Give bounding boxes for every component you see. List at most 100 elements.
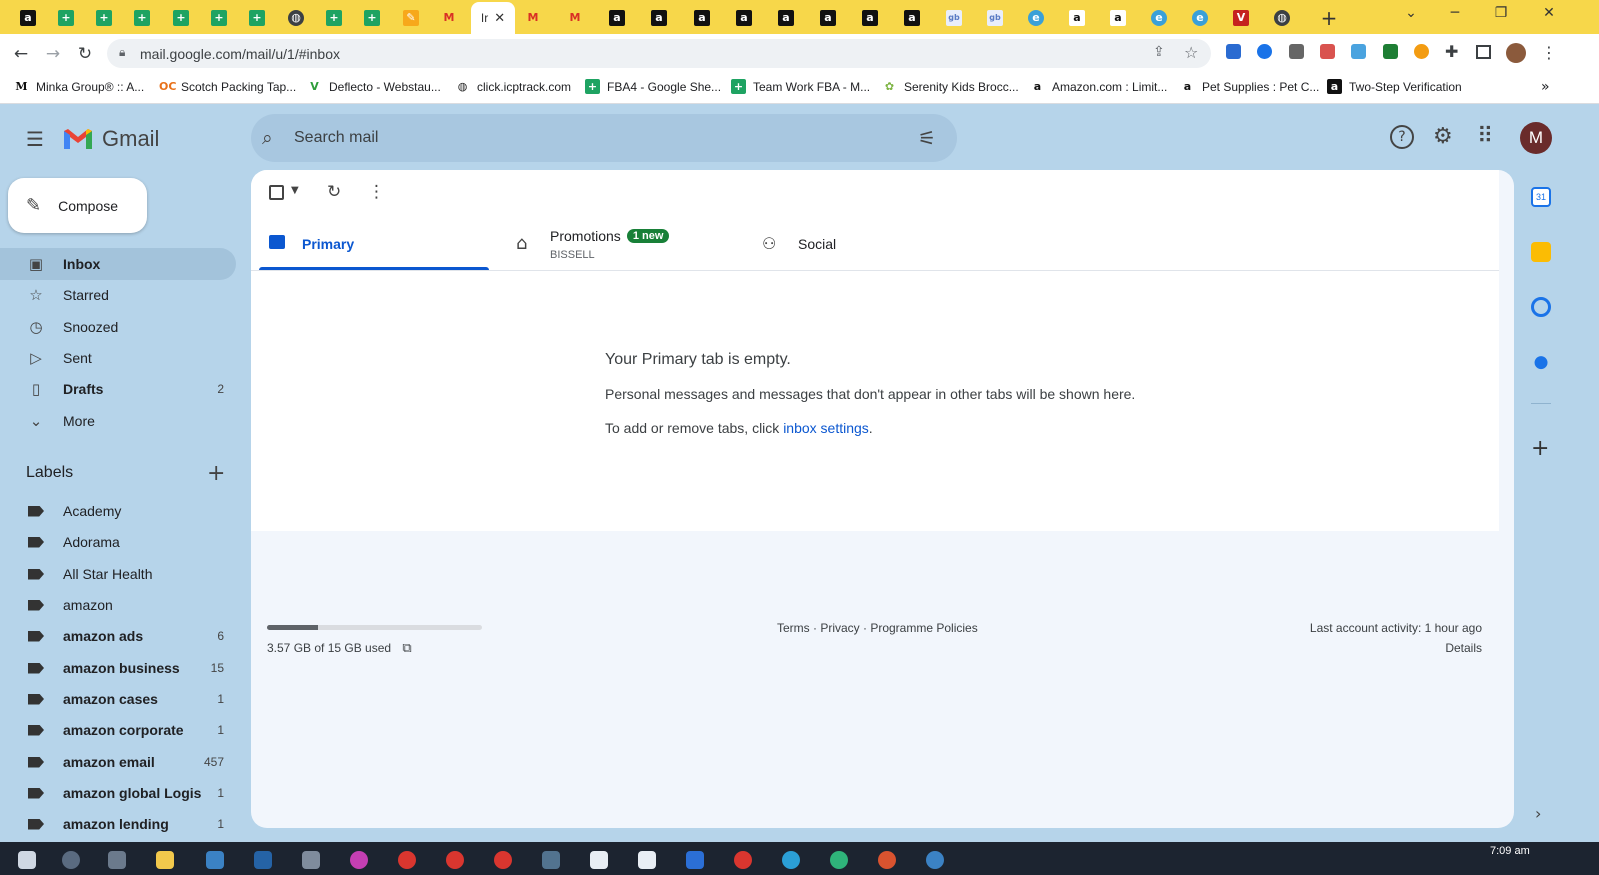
chrome-icon[interactable] (398, 851, 416, 869)
keep-icon[interactable] (1531, 242, 1551, 262)
browser-tab[interactable]: M (519, 4, 547, 32)
taskbar-app-icon[interactable] (830, 851, 848, 869)
taskbar-app-icon[interactable] (638, 851, 656, 869)
more-bookmarks-icon[interactable]: » (1541, 79, 1550, 95)
label-item[interactable]: amazon business 15 (0, 652, 236, 684)
select-dropdown-icon[interactable]: ▼ (291, 185, 299, 196)
apps-grid-icon[interactable]: ⠿ (1477, 124, 1493, 149)
active-browser-tab[interactable]: Ir ✕ (471, 2, 515, 34)
browser-menu-icon[interactable]: ⋮ (1541, 43, 1557, 62)
browser-tab[interactable]: a (772, 4, 800, 32)
browser-tab[interactable]: ◍ (1268, 4, 1296, 32)
search-icon[interactable]: ⌕ (262, 127, 273, 149)
bookmark-item[interactable]: + Team Work FBA - M... (731, 79, 870, 94)
bookmark-star-icon[interactable]: ☆ (1184, 43, 1198, 62)
compose-button[interactable]: ✎ Compose (8, 178, 147, 233)
browser-tab[interactable]: ✎ (397, 4, 425, 32)
share-icon[interactable]: ⇪ (1153, 44, 1165, 60)
taskbar-app-icon[interactable] (350, 851, 368, 869)
extension-icon[interactable] (1226, 44, 1241, 59)
browser-tab[interactable]: gb (981, 4, 1009, 32)
search-options-icon[interactable]: ⚟ (918, 126, 936, 150)
label-item[interactable]: amazon lending 1 (0, 808, 236, 840)
taskbar-app-icon[interactable] (878, 851, 896, 869)
bookmark-item[interactable]: + FBA4 - Google She... (585, 79, 721, 94)
browser-tab[interactable]: a (645, 4, 673, 32)
taskbar-clock[interactable]: 7:09 am (1490, 845, 1530, 857)
close-window-button[interactable]: ✕ (1534, 5, 1564, 21)
bookmark-item[interactable]: ◍ click.icptrack.com (455, 79, 571, 94)
browser-tab[interactable]: gb (940, 4, 968, 32)
inbox-settings-link[interactable]: inbox settings (783, 420, 869, 436)
label-item[interactable]: amazon email 457 (0, 746, 236, 778)
sidebar-item-more[interactable]: ⌄ More (0, 405, 236, 437)
close-tab-icon[interactable]: ✕ (494, 11, 505, 26)
browser-tab[interactable]: M (561, 4, 589, 32)
label-item[interactable]: amazon ads 6 (0, 620, 236, 652)
contacts-icon[interactable]: ● (1531, 352, 1551, 372)
browser-tab[interactable]: a (1063, 4, 1091, 32)
browser-tab[interactable]: + (205, 4, 233, 32)
browser-tab[interactable]: a (1104, 4, 1132, 32)
taskbar-app-icon[interactable] (542, 851, 560, 869)
account-avatar[interactable]: M (1520, 122, 1552, 154)
new-tab-button[interactable]: + (1318, 6, 1340, 30)
show-side-panel-icon[interactable]: › (1535, 804, 1541, 823)
browser-tab[interactable]: + (128, 4, 156, 32)
search-input[interactable]: Search mail (294, 129, 378, 147)
taskbar-app-icon[interactable] (302, 851, 320, 869)
forward-button[interactable]: → (43, 44, 63, 64)
taskbar-app-icon[interactable] (206, 851, 224, 869)
more-options-icon[interactable]: ⋮ (368, 182, 385, 202)
extension-icon[interactable] (1257, 44, 1272, 59)
address-bar[interactable]: 🔒︎ mail.google.com/mail/u/1/#inbox ⇪ ☆ (107, 39, 1211, 68)
bookmark-item[interactable]: a Two-Step Verification (1327, 79, 1462, 94)
browser-tab[interactable]: a (603, 4, 631, 32)
taskbar-app-icon[interactable] (686, 851, 704, 869)
side-panel-icon[interactable] (1476, 45, 1491, 59)
search-taskbar-icon[interactable] (62, 851, 80, 869)
extension-icon[interactable] (1289, 44, 1304, 59)
bookmark-item[interactable]: ✿ Serenity Kids Brocc... (882, 79, 1019, 94)
browser-tab[interactable]: a (14, 4, 42, 32)
bookmark-item[interactable]: a Pet Supplies : Pet C... (1180, 79, 1320, 94)
browser-tab[interactable]: e (1145, 4, 1173, 32)
extension-icon[interactable] (1414, 44, 1429, 59)
browser-tab[interactable]: a (688, 4, 716, 32)
browser-tab[interactable]: + (358, 4, 386, 32)
refresh-icon[interactable]: ↻ (327, 182, 341, 202)
tab-social[interactable]: ⚇ Social (755, 218, 985, 270)
browser-tab[interactable]: ◍ (282, 4, 310, 32)
tab-promotions[interactable]: ⌂ Promotions 1 new BISSELL (507, 218, 737, 270)
browser-tab[interactable]: + (90, 4, 118, 32)
browser-tab[interactable]: e (1022, 4, 1050, 32)
sidebar-item-inbox[interactable]: ▣ Inbox (0, 248, 236, 280)
tasks-icon[interactable] (1531, 297, 1551, 317)
sidebar-item-drafts[interactable]: ▯ Drafts 2 (0, 373, 236, 405)
reload-button[interactable]: ↻ (75, 44, 95, 64)
bookmark-item[interactable]: V Deflecto - Webstau... (307, 79, 441, 94)
chrome-icon[interactable] (494, 851, 512, 869)
browser-tab[interactable]: a (856, 4, 884, 32)
label-item[interactable]: amazon global Logis 1 (0, 777, 236, 809)
label-item[interactable]: Academy (0, 495, 236, 527)
browser-tab[interactable]: + (167, 4, 195, 32)
back-button[interactable]: ← (11, 44, 31, 64)
chrome-icon[interactable] (446, 851, 464, 869)
minimize-button[interactable]: ─ (1440, 5, 1470, 21)
extension-icon[interactable] (1383, 44, 1398, 59)
restore-button[interactable]: ❐ (1486, 5, 1516, 21)
browser-tab[interactable]: a (814, 4, 842, 32)
taskbar-app-icon[interactable] (926, 851, 944, 869)
details-link[interactable]: Details (1445, 641, 1482, 655)
extension-icon[interactable] (1351, 44, 1366, 59)
taskbar-app-icon[interactable] (782, 851, 800, 869)
sidebar-item-sent[interactable]: ▷ Sent (0, 342, 236, 374)
browser-tab[interactable]: V (1227, 4, 1255, 32)
browser-tab[interactable]: e (1186, 4, 1214, 32)
browser-tab[interactable]: a (730, 4, 758, 32)
file-explorer-icon[interactable] (156, 851, 174, 869)
label-item[interactable]: amazon corporate 1 (0, 714, 236, 746)
select-all-checkbox[interactable] (269, 185, 284, 200)
extension-icon[interactable] (1320, 44, 1335, 59)
